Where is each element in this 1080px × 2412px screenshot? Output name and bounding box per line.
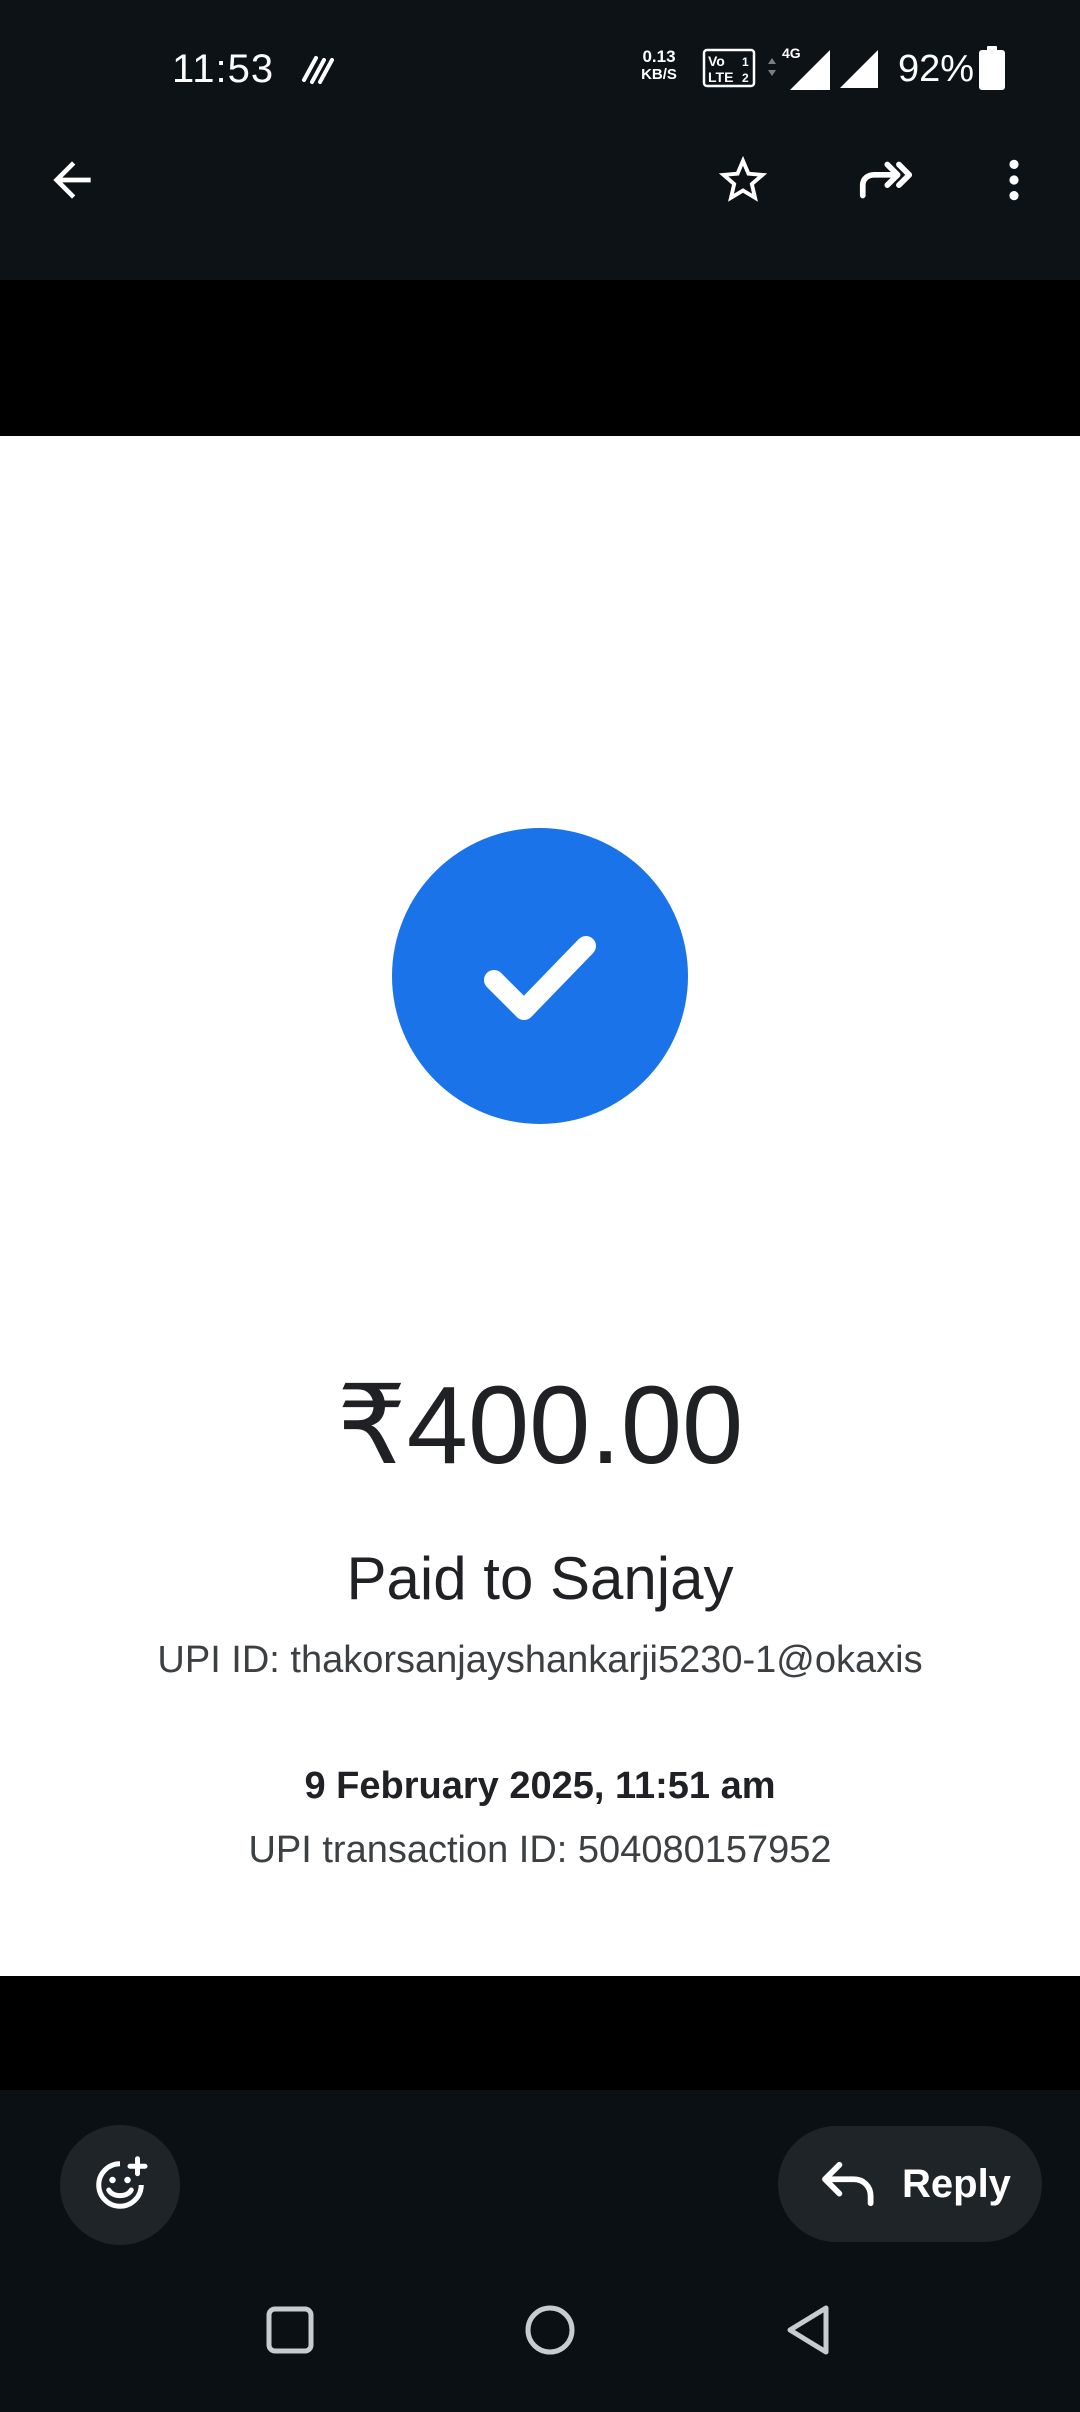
svg-text:4G: 4G	[782, 45, 801, 61]
battery-icon	[979, 46, 1005, 90]
recents-button[interactable]	[240, 2280, 340, 2380]
star-button[interactable]	[703, 140, 783, 220]
payment-receipt-image: ₹400.00 Paid to Sanjay UPI ID: thakorsan…	[0, 436, 1080, 1976]
net-speed-value: 0.13	[642, 47, 676, 66]
success-check-icon	[392, 828, 688, 1124]
reply-button[interactable]: Reply	[778, 2126, 1042, 2242]
home-button[interactable]	[500, 2280, 600, 2380]
add-reaction-button[interactable]	[60, 2125, 180, 2245]
payment-amount: ₹400.00	[336, 1364, 744, 1487]
payee-upi-id: UPI ID: thakorsanjayshankarji5230-1@okax…	[157, 1639, 923, 1681]
recents-square-icon	[266, 2306, 314, 2354]
home-circle-icon	[525, 2305, 575, 2355]
app-notification-icon	[302, 56, 334, 84]
transaction-date: 9 February 2025, 11:51 am	[304, 1765, 776, 1807]
more-vert-icon	[1009, 159, 1019, 201]
back-triangle-icon	[787, 2305, 829, 2355]
reply-label: Reply	[902, 2162, 1011, 2206]
viewer-toolbar	[0, 140, 1080, 280]
signal-sim1-icon: 4G	[768, 45, 830, 90]
more-options-button[interactable]	[974, 140, 1054, 220]
star-icon	[718, 155, 768, 202]
transaction-id: UPI transaction ID: 504080157952	[248, 1829, 832, 1871]
back-arrow-icon	[53, 161, 91, 199]
status-time: 11:53	[172, 47, 275, 91]
battery-percent: 92%	[898, 48, 975, 90]
volte-icon: Vo LTE 1 2	[702, 48, 756, 88]
svg-text:LTE: LTE	[708, 69, 733, 85]
back-button[interactable]	[32, 140, 112, 220]
net-speed-indicator: 0.13 KB/S	[634, 48, 684, 84]
signal-sim2-icon	[840, 50, 878, 88]
payee-name: Paid to Sanjay	[346, 1545, 734, 1612]
net-speed-unit: KB/S	[641, 66, 677, 83]
reply-arrow-icon	[822, 2161, 874, 2207]
status-bar: 11:53 0.13 KB/S Vo LTE 1 2 4G 92%	[0, 0, 1080, 140]
screen: 11:53 0.13 KB/S Vo LTE 1 2 4G 92% ₹400.0…	[0, 0, 1080, 2412]
system-back-button[interactable]	[758, 2280, 858, 2380]
svg-text:Vo: Vo	[708, 53, 725, 69]
svg-text:2: 2	[742, 71, 749, 85]
forward-icon	[859, 161, 913, 199]
image-viewer[interactable]: ₹400.00 Paid to Sanjay UPI ID: thakorsan…	[0, 280, 1080, 2090]
forward-button[interactable]	[846, 140, 926, 220]
add-reaction-icon	[96, 2156, 148, 2209]
system-nav-bar	[0, 2240, 1080, 2412]
svg-text:1: 1	[742, 55, 749, 69]
